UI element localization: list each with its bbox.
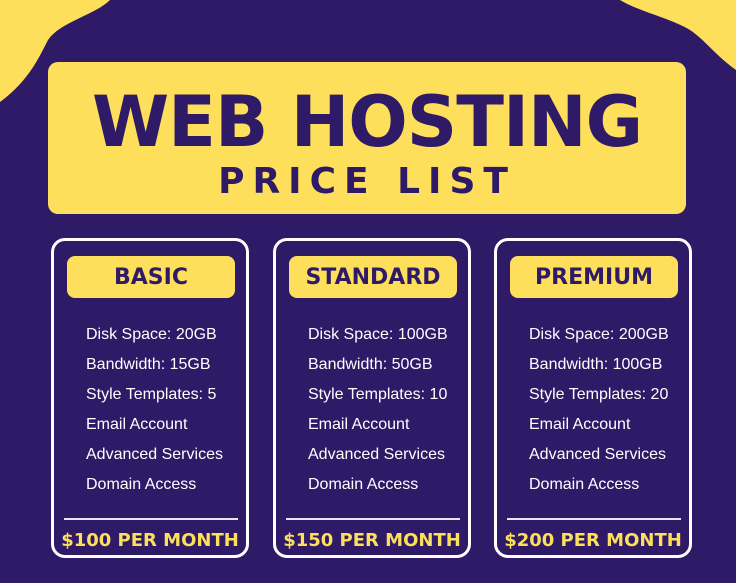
plan-card-standard: STANDARD Disk Space: 100GB Bandwidth: 50… xyxy=(273,238,471,558)
feature-item: Email Account xyxy=(529,416,631,433)
plan-name-label: STANDARD xyxy=(289,256,457,298)
feature-item: Advanced Services xyxy=(86,446,223,463)
card-divider xyxy=(64,518,238,520)
card-divider xyxy=(507,518,681,520)
feature-item: Domain Access xyxy=(529,476,640,493)
feature-item: Style Templates: 20 xyxy=(529,386,669,403)
page-subtitle: PRICE LIST xyxy=(218,161,516,202)
feature-item: Disk Space: 200GB xyxy=(529,326,669,343)
page-title: WEB HOSTING xyxy=(91,81,643,163)
plan-price: $150 PER MONTH xyxy=(283,530,461,551)
header-banner: WEB HOSTING PRICE LIST xyxy=(48,62,686,214)
feature-item: Style Templates: 5 xyxy=(86,386,217,403)
feature-item: Email Account xyxy=(308,416,410,433)
feature-item: Bandwidth: 50GB xyxy=(308,356,433,373)
feature-list: Disk Space: 200GB Bandwidth: 100GB Style… xyxy=(529,320,669,500)
feature-item: Disk Space: 100GB xyxy=(308,326,448,343)
plan-name-label: BASIC xyxy=(67,256,235,298)
feature-item: Bandwidth: 15GB xyxy=(86,356,211,373)
feature-item: Domain Access xyxy=(308,476,419,493)
feature-item: Advanced Services xyxy=(308,446,445,463)
feature-item: Advanced Services xyxy=(529,446,666,463)
plan-price: $200 PER MONTH xyxy=(504,530,682,551)
feature-item: Email Account xyxy=(86,416,188,433)
feature-item: Domain Access xyxy=(86,476,197,493)
feature-item: Style Templates: 10 xyxy=(308,386,448,403)
plan-card-premium: PREMIUM Disk Space: 200GB Bandwidth: 100… xyxy=(494,238,692,558)
feature-item: Bandwidth: 100GB xyxy=(529,356,663,373)
feature-list: Disk Space: 20GB Bandwidth: 15GB Style T… xyxy=(86,320,223,500)
feature-list: Disk Space: 100GB Bandwidth: 50GB Style … xyxy=(308,320,448,500)
feature-item: Disk Space: 20GB xyxy=(86,326,217,343)
plan-card-basic: BASIC Disk Space: 20GB Bandwidth: 15GB S… xyxy=(51,238,249,558)
plan-name-label: PREMIUM xyxy=(510,256,678,298)
plan-price: $100 PER MONTH xyxy=(61,530,239,551)
card-divider xyxy=(286,518,460,520)
